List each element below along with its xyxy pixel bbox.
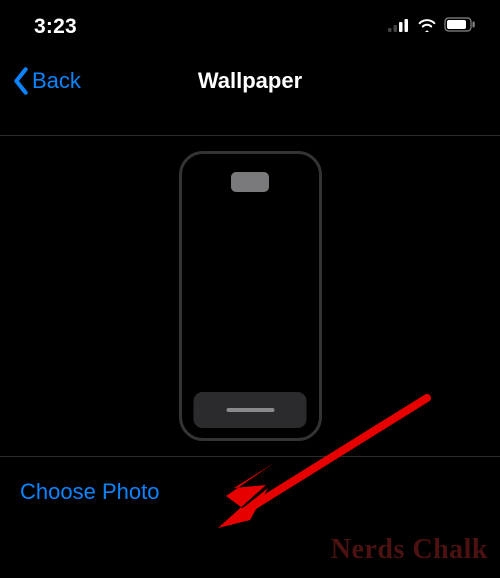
wifi-icon [417, 18, 437, 37]
back-label: Back [32, 68, 81, 94]
phone-notch [231, 172, 269, 192]
page-title: Wallpaper [198, 68, 302, 94]
home-indicator [226, 408, 274, 412]
phone-dock [194, 392, 307, 428]
battery-icon [444, 17, 476, 37]
status-time: 3:23 [34, 15, 77, 39]
wallpaper-preview-section [0, 135, 500, 457]
choose-photo-label: Choose Photo [20, 479, 159, 505]
choose-photo-button[interactable]: Choose Photo [0, 457, 500, 527]
back-button[interactable]: Back [12, 67, 81, 95]
status-indicators [388, 17, 476, 37]
chevron-left-icon [12, 67, 30, 95]
nav-bar: Back Wallpaper [0, 54, 500, 108]
cellular-icon [388, 18, 410, 37]
phone-preview [179, 151, 322, 441]
watermark: Nerds Chalk [331, 534, 488, 566]
status-bar: 3:23 [0, 0, 500, 54]
